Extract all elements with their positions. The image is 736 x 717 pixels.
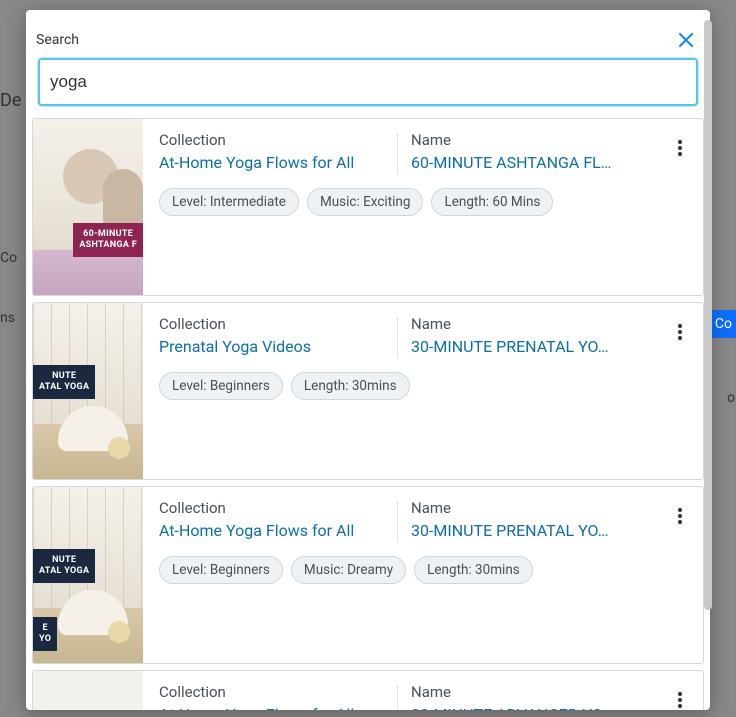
kebab-icon — [678, 692, 682, 708]
search-results: 60-MINUTEASHTANGA F Collection At-Home Y… — [26, 118, 710, 710]
tag-pill[interactable]: Length: 60 Mins — [431, 188, 553, 216]
result-card: NUTEATAL YOGA EYO Collection At-Home Yog… — [32, 486, 704, 664]
collection-label: Collection — [159, 315, 387, 333]
more-actions-button[interactable] — [669, 321, 691, 343]
kebab-icon — [678, 508, 682, 524]
bg-text: o e — [727, 390, 736, 406]
result-thumbnail[interactable] — [33, 671, 143, 710]
kebab-icon — [678, 140, 682, 156]
tag-pill[interactable]: Level: Beginners — [159, 556, 283, 584]
thumb-badge: EYO — [33, 617, 57, 651]
tag-pill[interactable]: Music: Exciting — [307, 188, 424, 216]
divider — [397, 685, 398, 710]
tag-row: Level: Beginners Music: Dreamy Length: 30m… — [159, 556, 697, 584]
name-label: Name — [411, 499, 669, 517]
thumb-badge: NUTEATAL YOGA — [33, 549, 95, 583]
tag-pill[interactable]: Music: Dreamy — [291, 556, 406, 584]
result-card: Collection At-Home Yoga Flows for All Na… — [32, 670, 704, 710]
result-thumbnail[interactable]: NUTEATAL YOGA EYO — [33, 487, 143, 663]
search-input[interactable] — [38, 58, 698, 106]
divider — [397, 133, 398, 174]
tag-pill[interactable]: Level: Beginners — [159, 372, 283, 400]
name-link[interactable]: 20-MINUTE ADVANCED YO… — [411, 705, 669, 710]
collection-label: Collection — [159, 499, 387, 517]
bg-button-partial: Co — [711, 310, 736, 338]
collection-label: Collection — [159, 131, 387, 149]
bg-text: ns — [0, 310, 15, 326]
bg-text: Co — [0, 250, 17, 266]
kebab-icon — [678, 324, 682, 340]
collection-link[interactable]: At-Home Yoga Flows for All — [159, 153, 387, 172]
tag-pill[interactable]: Length: 30mins — [414, 556, 533, 584]
more-actions-button[interactable] — [669, 689, 691, 710]
name-label: Name — [411, 315, 669, 333]
name-label: Name — [411, 683, 669, 701]
tag-row: Level: Beginners Length: 30mins — [159, 372, 697, 400]
modal-header: Search — [26, 10, 710, 118]
scrollbar-thumb[interactable] — [704, 20, 712, 610]
close-icon — [679, 33, 693, 47]
name-link[interactable]: 30-MINUTE PRENATAL YO… — [411, 521, 669, 540]
thumb-badge: 60-MINUTEASHTANGA F — [73, 223, 143, 257]
divider — [397, 317, 398, 358]
bg-text: De — [0, 90, 21, 111]
result-card: NUTEATAL YOGA Collection Prenatal Yoga V… — [32, 302, 704, 480]
thumb-badge: NUTEATAL YOGA — [33, 365, 95, 399]
more-actions-button[interactable] — [669, 137, 691, 159]
tag-pill[interactable]: Length: 30mins — [291, 372, 410, 400]
more-actions-button[interactable] — [669, 505, 691, 527]
collection-link[interactable]: At-Home Yoga Flows for All — [159, 705, 387, 710]
collection-link[interactable]: Prenatal Yoga Videos — [159, 337, 387, 356]
collection-link[interactable]: At-Home Yoga Flows for All — [159, 521, 387, 540]
tag-row: Level: Intermediate Music: ExcitingLength… — [159, 188, 697, 216]
search-label: Search — [36, 32, 79, 48]
name-link[interactable]: 60-MINUTE ASHTANGA FL… — [411, 153, 669, 172]
result-thumbnail[interactable]: NUTEATAL YOGA — [33, 303, 143, 479]
name-link[interactable]: 30-MINUTE PRENATAL YO… — [411, 337, 669, 356]
collection-label: Collection — [159, 683, 387, 701]
name-label: Name — [411, 131, 669, 149]
divider — [397, 501, 398, 542]
scrollbar-track[interactable] — [704, 20, 712, 700]
search-modal: Search 60-MINUTEASHTANGA F Collection At… — [26, 10, 710, 710]
close-button[interactable] — [674, 28, 698, 52]
result-thumbnail[interactable]: 60-MINUTEASHTANGA F — [33, 119, 143, 295]
tag-pill[interactable]: Level: Intermediate — [159, 188, 299, 216]
result-card: 60-MINUTEASHTANGA F Collection At-Home Y… — [32, 118, 704, 296]
